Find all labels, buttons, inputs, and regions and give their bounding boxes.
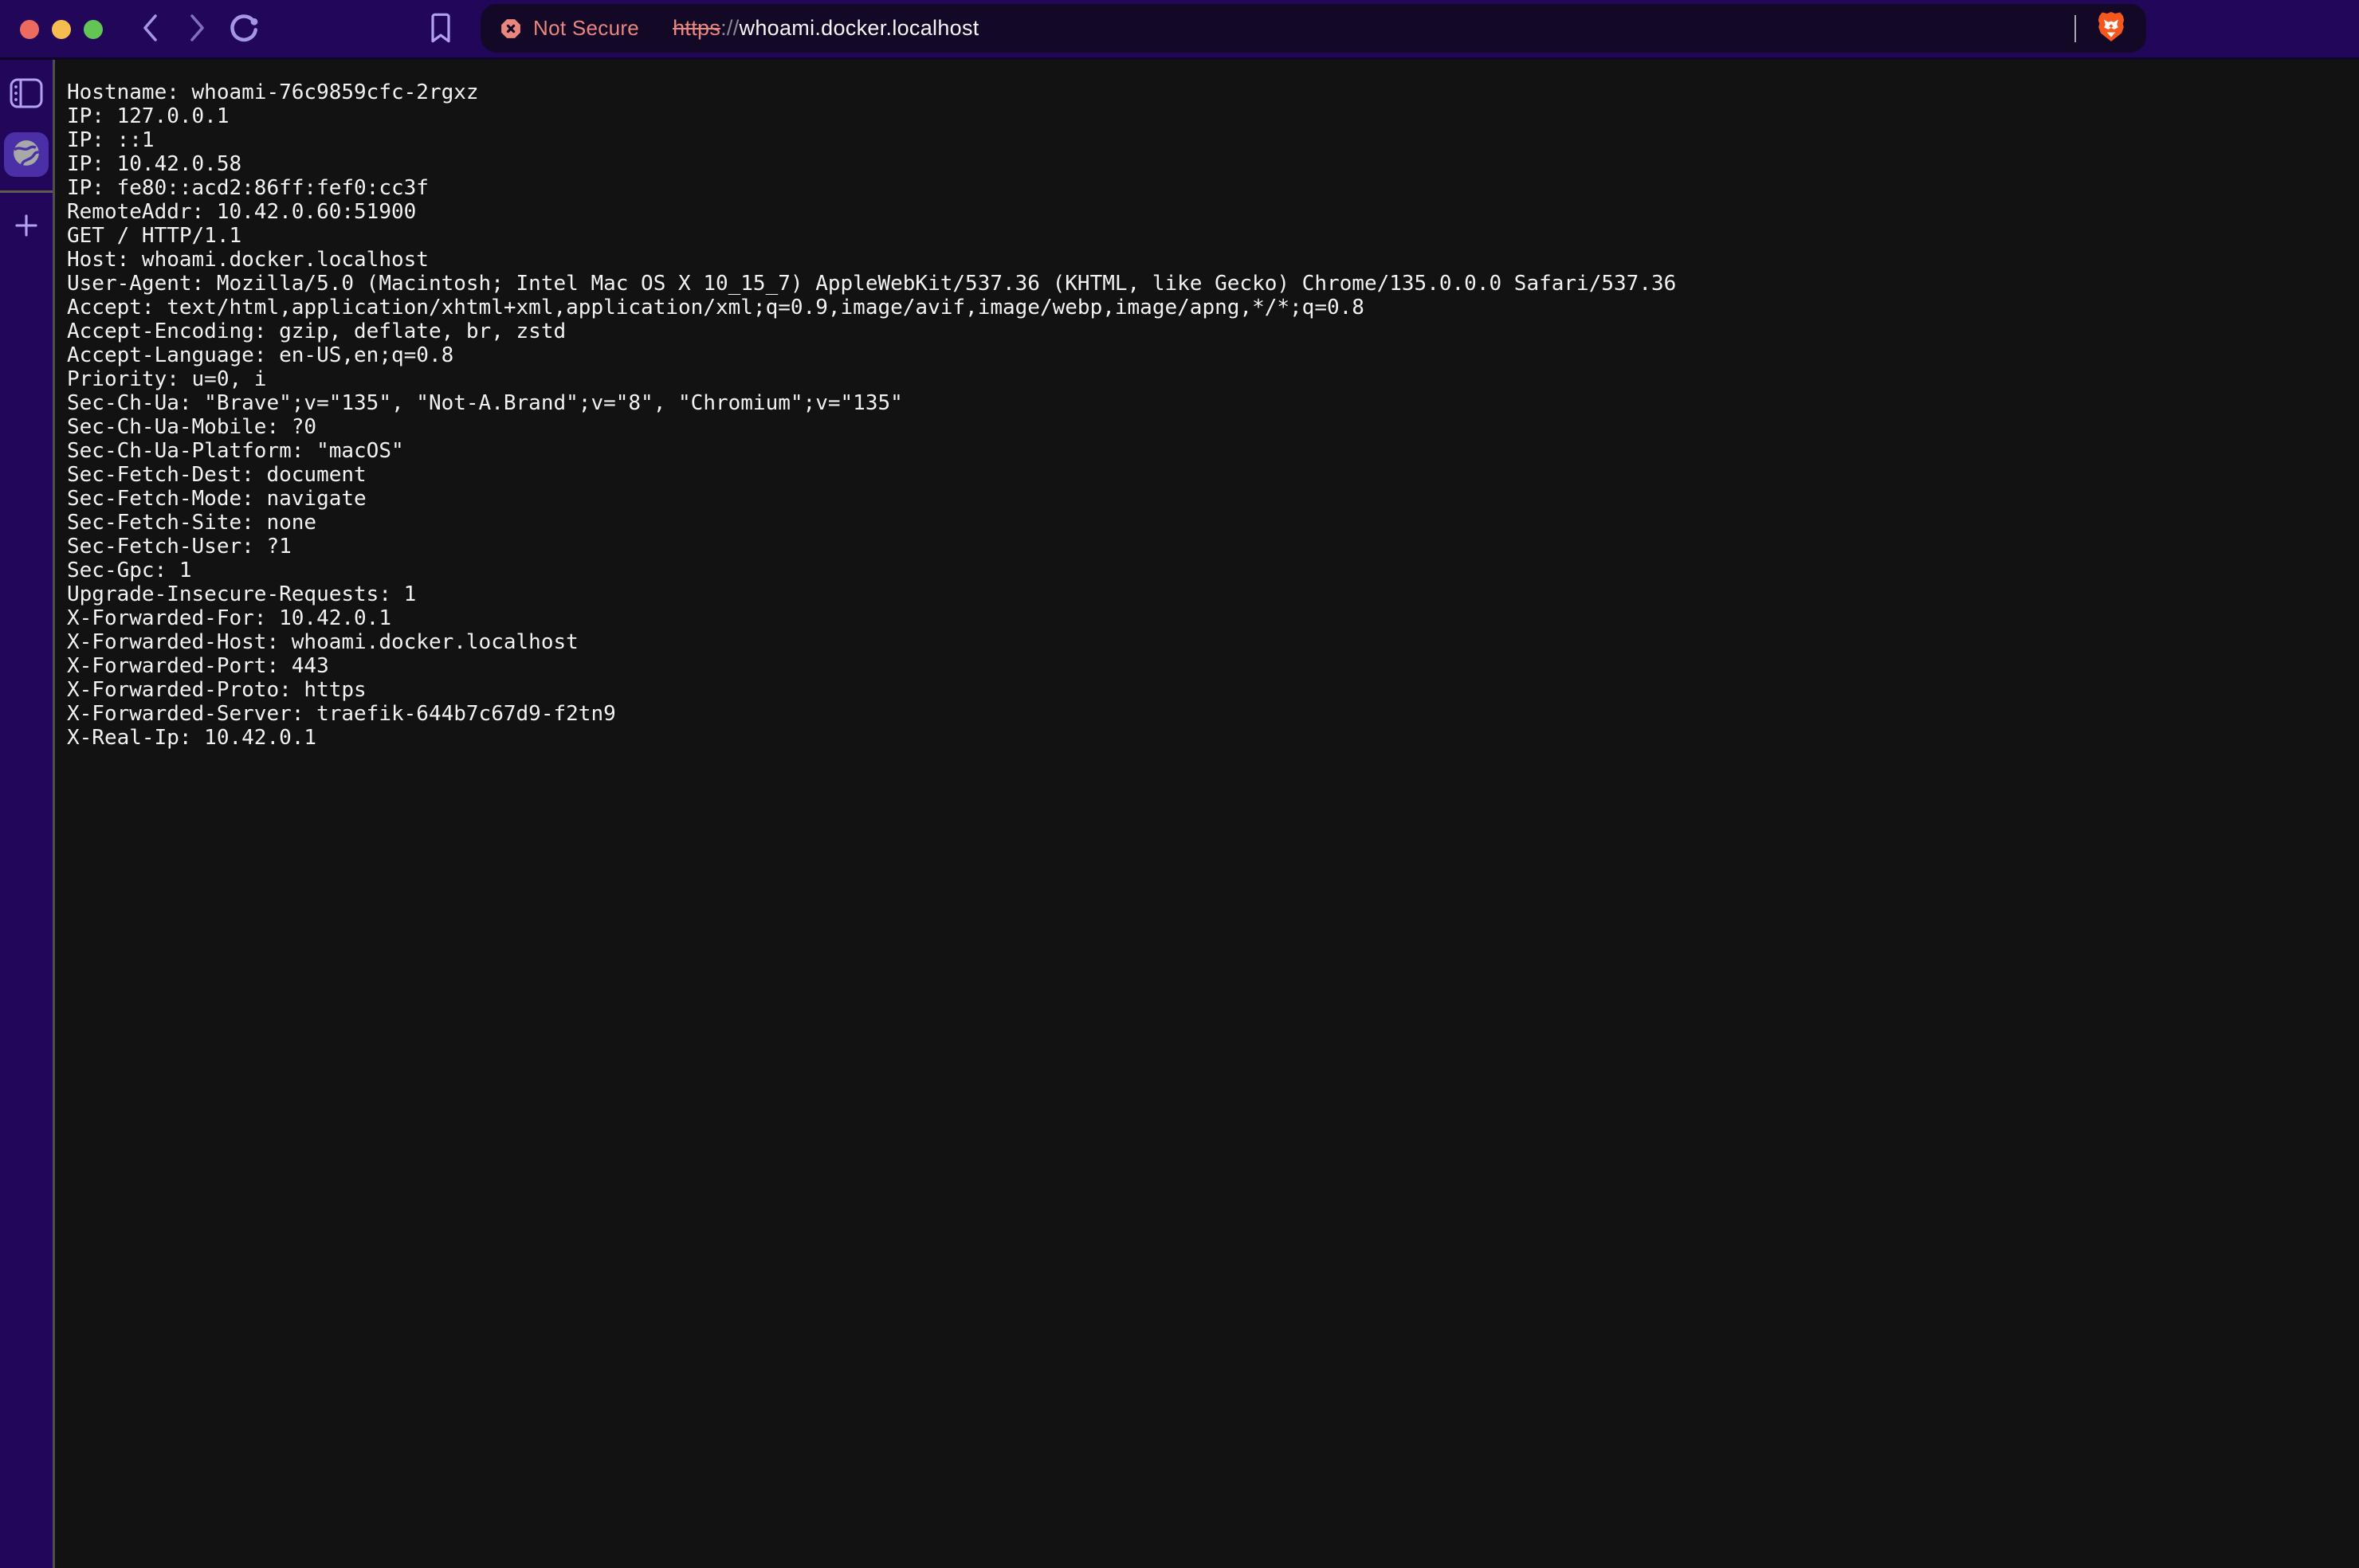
back-button[interactable] <box>132 11 167 46</box>
browser-toolbar: Not Secure https://whoami.docker.localho… <box>0 0 2359 60</box>
chevron-right-icon <box>187 12 208 46</box>
zoom-window-button[interactable] <box>84 20 103 39</box>
sidebar <box>0 60 55 1568</box>
brave-shields-button[interactable] <box>2095 10 2127 47</box>
reload-icon <box>227 11 261 47</box>
sidebar-divider <box>0 190 53 193</box>
security-status-label: Not Secure <box>533 16 639 41</box>
url-host: whoami.docker.localhost <box>740 16 979 40</box>
bookmark-button[interactable] <box>423 11 458 46</box>
forward-button[interactable] <box>180 11 215 46</box>
address-bar[interactable]: Not Secure https://whoami.docker.localho… <box>481 4 2146 53</box>
brave-lion-icon <box>2095 10 2127 47</box>
sidebar-toggle-button[interactable] <box>10 78 43 111</box>
minimize-window-button[interactable] <box>52 20 71 39</box>
new-tab-button[interactable] <box>13 212 40 241</box>
address-bar-right <box>2074 10 2127 47</box>
reload-button[interactable] <box>226 11 261 46</box>
browser-window: Not Secure https://whoami.docker.localho… <box>0 0 2359 1568</box>
chevron-left-icon <box>139 12 160 46</box>
url-scheme: https <box>673 16 720 40</box>
globe-icon <box>11 138 41 172</box>
page-content: Hostname: whoami-76c9859cfc-2rgxz IP: 12… <box>55 62 2359 1568</box>
sidebar-panel-icon <box>10 78 43 111</box>
url-text: https://whoami.docker.localhost <box>673 16 979 41</box>
window-controls <box>20 20 103 39</box>
close-window-button[interactable] <box>20 20 39 39</box>
whoami-response-text: Hostname: whoami-76c9859cfc-2rgxz IP: 12… <box>67 80 2359 750</box>
active-tab-button[interactable] <box>4 132 49 177</box>
not-secure-icon <box>500 18 522 40</box>
plus-icon <box>13 212 40 241</box>
url-separator: :// <box>720 16 739 40</box>
bookmark-icon <box>428 12 453 46</box>
address-bar-divider <box>2074 15 2076 42</box>
